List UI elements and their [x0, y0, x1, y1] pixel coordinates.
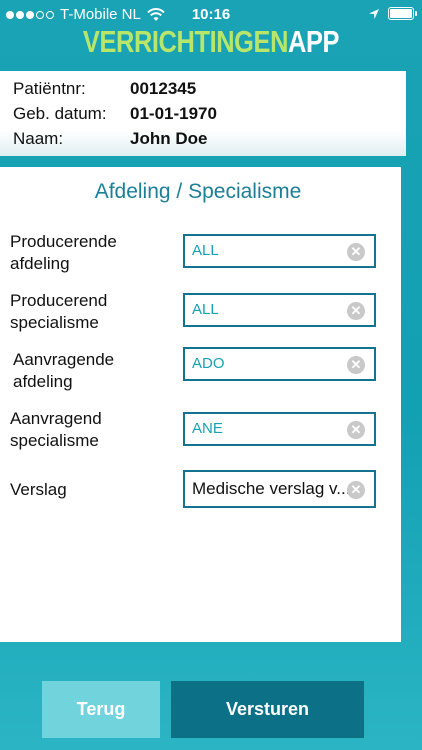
patient-id-label: Patiëntnr: [13, 79, 86, 98]
patient-info-card: Patiëntnr: 0012345 Geb. datum: 01-01-1970 … [0, 71, 406, 156]
requesting-department-value: ADO [192, 355, 225, 372]
patient-dob-label: Geb. datum: [13, 104, 107, 123]
status-right [368, 7, 417, 20]
producing-department-input[interactable]: ALL ✕ [183, 234, 376, 268]
producing-specialism-value: ALL [192, 301, 219, 318]
clear-icon[interactable]: ✕ [347, 243, 365, 261]
patient-id-row: Patiëntnr: 0012345 [13, 79, 196, 99]
requesting-specialism-value: ANE [192, 420, 223, 437]
battery-icon [388, 7, 417, 20]
report-input[interactable]: Medische verslag v... ✕ [183, 470, 376, 508]
main-panel: Afdeling / Specialisme Producerende afde… [0, 167, 401, 642]
producing-specialism-label-line1: Producerend [10, 291, 108, 310]
back-button[interactable]: Terug [42, 681, 160, 738]
report-value: Medische verslag v... [192, 479, 351, 498]
patient-dob-row: Geb. datum: 01-01-1970 [13, 104, 217, 124]
producing-department-label: Producerende afdeling [10, 231, 117, 275]
app-logo: VERRICHTINGENAPP [38, 24, 384, 60]
send-button[interactable]: Versturen [171, 681, 364, 738]
patient-name-value: John Doe [130, 129, 208, 148]
requesting-specialism-label: Aanvragend specialisme [10, 408, 102, 452]
section-title: Afdeling / Specialisme [94, 180, 302, 203]
patient-id-value: 0012345 [130, 79, 197, 98]
requesting-department-label: Aanvragende afdeling [13, 349, 114, 393]
producing-specialism-input[interactable]: ALL ✕ [183, 293, 376, 327]
clear-icon[interactable]: ✕ [347, 421, 365, 439]
report-label: Verslag [10, 480, 67, 499]
producing-specialism-label: Producerend specialisme [10, 290, 107, 334]
producing-department-value: ALL [192, 242, 219, 259]
location-arrow-icon [369, 8, 379, 19]
producing-department-label-line2: afdeling [10, 254, 70, 273]
producing-department-label-line1: Producerende [10, 232, 117, 251]
patient-name-label: Naam: [13, 129, 64, 148]
requesting-department-label-line2: afdeling [13, 372, 73, 391]
app-logo-part1: VERRICHTINGEN [82, 24, 289, 59]
requesting-specialism-input[interactable]: ANE ✕ [183, 412, 376, 446]
status-time: 10:16 [191, 6, 231, 23]
requesting-department-label-line1: Aanvragende [13, 350, 115, 369]
patient-dob-value: 01-01-1970 [130, 104, 217, 123]
producing-specialism-label-line2: specialisme [10, 313, 99, 332]
app-logo-part2: APP [288, 24, 340, 59]
requesting-specialism-label-line1: Aanvragend [10, 409, 102, 428]
clear-icon[interactable]: ✕ [347, 356, 365, 374]
requesting-specialism-label-line2: specialisme [10, 431, 99, 450]
clear-icon[interactable]: ✕ [347, 302, 365, 320]
patient-name-row: Naam: John Doe [13, 129, 207, 149]
clear-icon[interactable]: ✕ [347, 481, 365, 499]
requesting-department-input[interactable]: ADO ✕ [183, 347, 376, 381]
